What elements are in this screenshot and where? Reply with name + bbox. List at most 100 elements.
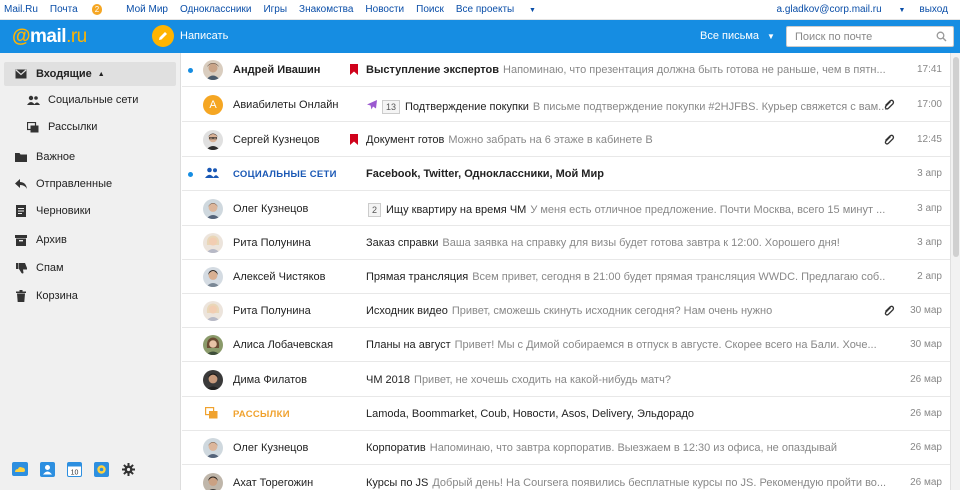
message-content: Выступление экспертов Напоминаю, что през… [366,64,886,76]
folder-inbox[interactable]: Входящие ▲ [4,62,176,86]
folder-newsletters[interactable]: Рассылки [4,115,176,139]
mailru-logo[interactable]: @mail.ru [12,26,87,48]
compose-label: Написать [180,30,229,42]
search-input[interactable] [787,27,927,46]
message-snippet: Добрый день! На Coursera появились беспл… [432,477,886,489]
scrollbar-thumb[interactable] [953,57,959,257]
portal-link-dating[interactable]: Знакомства [299,4,353,15]
filter-dropdown[interactable]: Все письма ▼ [700,30,775,42]
compose-button[interactable]: Написать [152,25,228,47]
newsletter-icon [26,121,40,133]
message-row[interactable]: Олег Кузнецов 2 Ищу квартиру на время ЧМ У… [182,192,950,226]
attachment-icon[interactable] [883,99,895,114]
folder-social[interactable]: Социальные сети [4,88,176,112]
message-snippet: В письме подтверждение покупки #2HJFBS. … [532,101,886,113]
portal-link-news[interactable]: Новости [365,4,404,15]
message-snippet: Напоминаю, что завтра корпоратив. Выезжа… [429,442,838,454]
chevron-down-icon: ▼ [529,7,536,14]
avatar [203,301,223,321]
message-row[interactable]: Сергей Кузнецов Документ готов Можно забр… [182,123,950,157]
message-group-row[interactable]: СОЦИАЛЬНЫЕ СЕТИ Facebook, Twitter, Однок… [182,157,950,191]
people-icon [26,95,40,105]
portal-link-all-projects[interactable]: Все проекты ▼ [456,4,548,15]
group-label: РАССЫЛКИ [233,409,290,420]
newsletter-icon [205,407,218,422]
folder-label: Социальные сети [48,94,139,106]
calendar-day: 10 [70,469,78,476]
sender-name: Алексей Чистяков [233,271,326,283]
caret-up-icon[interactable]: ▲ [98,71,105,78]
contacts-icon[interactable] [39,461,55,477]
calendar-icon[interactable]: 10 [66,461,82,477]
message-row[interactable]: Алиса Лобачевская Планы на август Привет!… [182,328,950,362]
message-date: 17:00 [916,99,942,110]
attachment-icon[interactable] [883,305,895,320]
message-row[interactable]: Рита Полунина Исходник видео Привет, смож… [182,294,950,328]
message-subject: Курсы по JS [366,477,429,489]
message-row[interactable]: Ахат Торегожин Курсы по JS Добрый день! Н… [182,466,950,490]
gear-sun-icon[interactable] [93,461,109,477]
sender-name: Дима Филатов [233,374,308,386]
mail-header: @mail.ru Написать Все письма ▼ [0,20,960,53]
message-date: 2 апр [917,271,942,282]
thread-counter: 2 [368,203,382,217]
archive-icon [14,234,28,246]
message-content: Исходник видео Привет, сможешь скинуть ис… [366,305,886,317]
folder-trash[interactable]: Корзина [4,284,176,308]
message-snippet: Можно забрать на 6 этаже в кабинете В [448,134,653,146]
folder-drafts[interactable]: Черновики [4,199,176,223]
message-row[interactable]: Дима Филатов ЧМ 2018 Привет, не хочешь сх… [182,363,950,397]
sender-name: Ахат Торегожин [233,477,314,489]
message-group-row[interactable]: РАССЫЛКИ Lamoda, Boommarket, Coub, Новос… [182,397,950,431]
folder-label: Важное [36,151,76,163]
folder-archive[interactable]: Архив [4,228,176,252]
logo-mail: mail [30,26,67,47]
folder-label: Архив [36,234,67,246]
folder-important[interactable]: Важное [4,145,176,169]
account-email[interactable]: a.gladkov@corp.mail.ru ▼ [763,4,906,15]
portal-link-mail[interactable]: Почта 2 [50,4,114,15]
message-content: Заказ справки Ваша заявка на справку для … [366,237,886,249]
folder-sent[interactable]: Отправленные [4,172,176,196]
message-row[interactable]: Алексей Чистяков Прямая трансляция Всем п… [182,260,950,294]
portal-link-mailru[interactable]: Mail.Ru [4,4,38,15]
message-snippet: У меня есть отличное предложение. Почти … [530,204,886,216]
logo-at: @ [12,26,31,47]
draft-icon [14,205,28,217]
logout-link[interactable]: выход [919,4,948,15]
all-projects-label: Все проекты [455,4,515,15]
message-row[interactable]: A Авиабилеты Онлайн 13 Подтверждение поку… [182,88,950,122]
people-icon [205,167,219,181]
message-subject: Заказ справки [366,237,439,249]
search-icon[interactable] [936,31,947,45]
message-subject: Подтверждение покупки [405,101,529,113]
cloud-icon[interactable] [12,461,28,477]
message-snippet: Привет! Мы с Димой собираемся в отпуск в… [454,339,877,351]
portal-link-my-world[interactable]: Мой Мир [126,4,168,15]
message-content: Документ готов Можно забрать на 6 этаже в… [366,134,886,146]
avatar [203,60,223,80]
unread-dot[interactable] [188,172,193,177]
portal-link-ok[interactable]: Одноклассники [180,4,251,15]
message-row[interactable]: Олег Кузнецов Корпоратив Напоминаю, что з… [182,431,950,465]
folder-label: Рассылки [48,121,98,133]
folder-spam[interactable]: Спам [4,256,176,280]
sender-name: Сергей Кузнецов [233,134,320,146]
bookmark-flag-icon[interactable] [350,134,358,148]
inbox-icon [14,69,28,79]
folder-label: Корзина [36,290,78,302]
unread-dot[interactable] [188,68,193,73]
portal-link-search[interactable]: Поиск [416,4,444,15]
message-row[interactable]: Андрей Ивашин Выступление экспертов Напом… [182,53,950,87]
bookmark-flag-icon[interactable] [350,64,358,78]
message-content: Прямая трансляция Всем привет, сегодня в … [366,271,886,283]
sidebar-app-icons: 10 [12,461,147,477]
message-list: Андрей Ивашин Выступление экспертов Напом… [182,53,950,490]
message-row[interactable]: Рита Полунина Заказ справки Ваша заявка н… [182,226,950,260]
chevron-down-icon: ▼ [898,7,906,14]
settings-icon[interactable] [120,461,136,477]
avatar: A [203,95,223,115]
portal-link-games[interactable]: Игры [263,4,287,15]
attachment-icon[interactable] [883,134,895,149]
list-scrollbar[interactable] [950,53,960,490]
